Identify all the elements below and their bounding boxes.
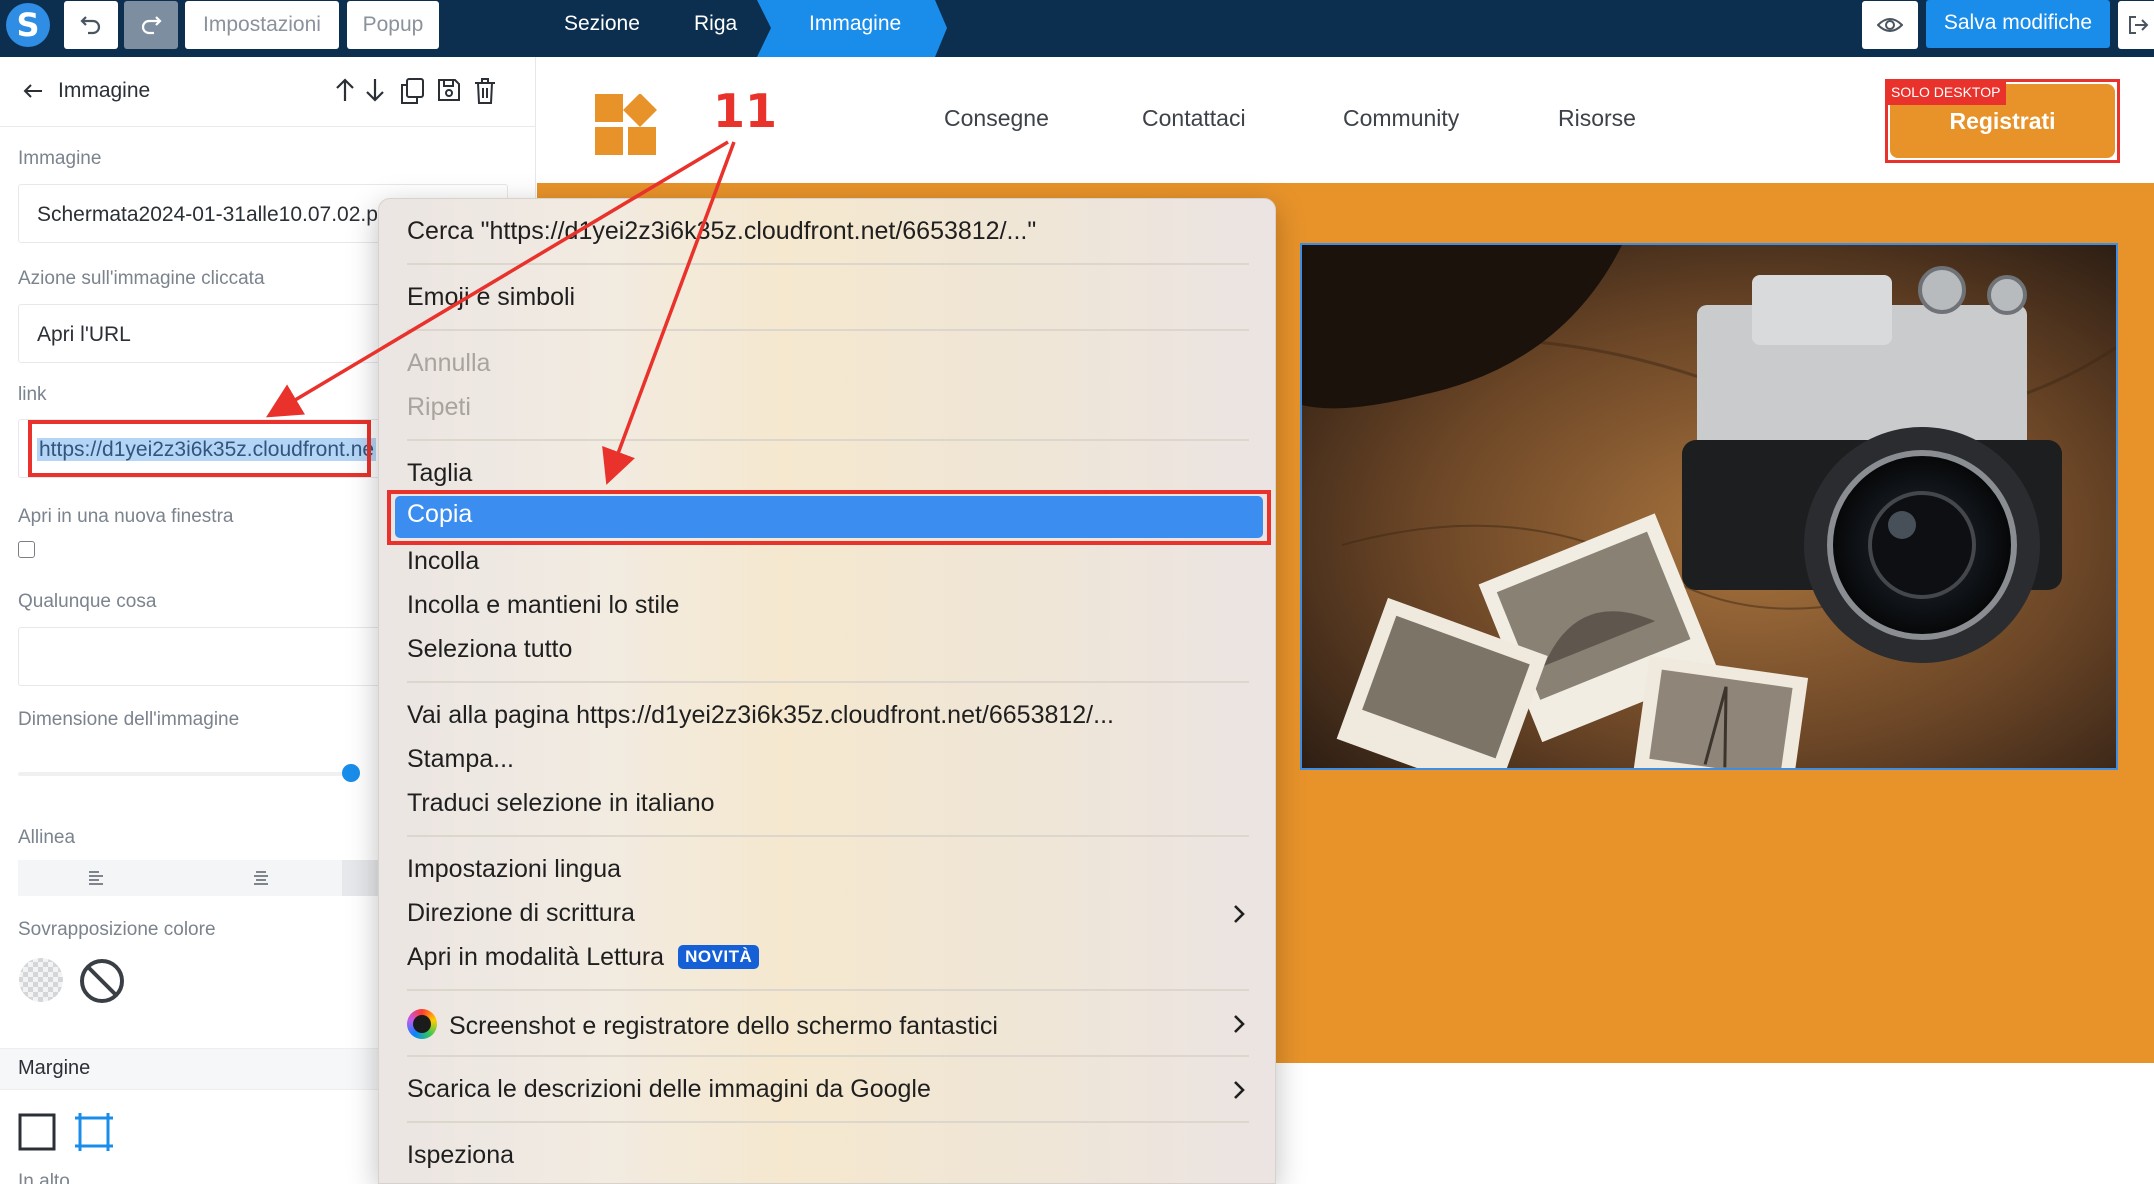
chevron-right-icon — [1234, 1015, 1245, 1033]
desktop-only-badge: SOLO DESKTOP — [1885, 79, 2007, 105]
duplicate-icon[interactable] — [398, 77, 426, 105]
margin-all-icon[interactable] — [18, 1113, 56, 1151]
image-size-slider-handle[interactable] — [342, 764, 360, 782]
exit-icon — [2129, 16, 2149, 34]
color-overlay-label: Sovrapposizione colore — [18, 919, 216, 940]
context-menu: Cerca "https://d1yei2z3i6k35z.cloudfront… — [378, 198, 1276, 1184]
menu-item-redo: Ripeti — [407, 393, 471, 421]
menu-item-reader-mode-label: Apri in modalità Lettura — [407, 943, 665, 971]
image-label: Immagine — [18, 148, 102, 169]
link-highlight-box — [28, 420, 371, 477]
menu-item-screenshot-extension[interactable]: Screenshot e registratore dello schermo … — [407, 1009, 998, 1041]
menu-item-translate[interactable]: Traduci selezione in italiano — [407, 789, 715, 818]
back-arrow-icon[interactable] — [22, 82, 44, 100]
breadcrumb-row[interactable]: Riga — [694, 0, 737, 48]
new-window-label: Apri in una nuova finestra — [18, 506, 234, 527]
menu-item-select-all[interactable]: Seleziona tutto — [407, 635, 572, 664]
app-logo: S — [6, 3, 50, 47]
breadcrumb-section[interactable]: Sezione — [564, 0, 640, 48]
link-label: link — [18, 384, 47, 405]
align-label: Allinea — [18, 827, 76, 848]
undo-icon — [80, 16, 101, 35]
nav-item-contact[interactable]: Contattaci — [1142, 105, 1246, 132]
menu-separator — [407, 1055, 1249, 1057]
screenshot-extension-icon — [407, 1009, 437, 1039]
menu-item-paste-style[interactable]: Incolla e mantieni lo stile — [407, 591, 679, 620]
trash-icon[interactable] — [473, 77, 497, 105]
eye-icon — [1877, 18, 1903, 32]
click-action-label: Azione sull'immagine cliccata — [18, 268, 265, 289]
popup-button[interactable]: Popup — [347, 1, 439, 49]
menu-item-goto[interactable]: Vai alla pagina https://d1yei2z3i6k35z.c… — [407, 701, 1114, 730]
menu-separator — [407, 263, 1249, 265]
menu-item-language-settings[interactable]: Impostazioni lingua — [407, 855, 621, 884]
align-left-icon — [89, 871, 103, 885]
move-up-icon[interactable] — [334, 77, 356, 103]
menu-item-cut[interactable]: Taglia — [407, 459, 472, 488]
menu-item-google-descriptions[interactable]: Scarica le descrizioni delle immagini da… — [407, 1075, 931, 1104]
step-number: 11 — [713, 84, 778, 138]
menu-item-writing-direction[interactable]: Direzione di scrittura — [407, 899, 635, 928]
align-center-button[interactable] — [236, 860, 286, 896]
anything-label: Qualunque cosa — [18, 591, 157, 612]
menu-item-print[interactable]: Stampa... — [407, 745, 514, 774]
margin-top-label: In alto — [18, 1171, 70, 1184]
panel-title: Immagine — [58, 79, 151, 102]
site-logo-icon — [595, 94, 657, 155]
menu-item-reader-mode[interactable]: Apri in modalità Lettura NOVITÀ — [407, 943, 760, 972]
align-left-button[interactable] — [72, 860, 122, 896]
undo-button[interactable] — [64, 1, 118, 49]
redo-button[interactable] — [124, 1, 178, 49]
exit-button[interactable] — [2118, 1, 2154, 49]
save-element-icon[interactable] — [436, 77, 462, 103]
chevron-right-icon — [1234, 905, 1245, 923]
top-toolbar: S Impostazioni Popup Sezione Riga Immagi… — [0, 0, 2154, 57]
menu-item-paste[interactable]: Incolla — [407, 547, 479, 576]
margin-individual-icon[interactable] — [74, 1111, 114, 1153]
camera-photo-image — [1302, 245, 2116, 768]
menu-item-undo: Annulla — [407, 349, 491, 377]
new-badge: NOVITÀ — [678, 945, 760, 969]
nav-item-community[interactable]: Community — [1343, 105, 1459, 132]
menu-item-emoji[interactable]: Emoji e simboli — [407, 283, 575, 312]
preview-button[interactable] — [1862, 1, 1918, 49]
margin-label: Margine — [18, 1057, 91, 1079]
nav-item-resources[interactable]: Risorse — [1558, 105, 1636, 132]
save-button[interactable]: Salva modifiche — [1926, 0, 2110, 48]
menu-item-inspect[interactable]: Ispeziona — [407, 1141, 514, 1170]
nav-item-deliveries[interactable]: Consegne — [944, 105, 1049, 132]
image-size-slider[interactable] — [18, 772, 350, 776]
image-size-label: Dimensione dell'immagine — [18, 709, 240, 730]
hero-image[interactable] — [1300, 243, 2118, 770]
menu-separator — [407, 835, 1249, 837]
no-color-icon[interactable] — [78, 957, 126, 1005]
move-down-icon[interactable] — [364, 77, 386, 103]
menu-separator — [407, 681, 1249, 683]
breadcrumb-image[interactable]: Immagine — [809, 0, 901, 48]
copy-highlight-box — [387, 490, 1271, 545]
align-center-icon — [254, 871, 268, 885]
menu-separator — [407, 989, 1249, 991]
redo-icon — [141, 16, 162, 35]
transparent-swatch-icon[interactable] — [18, 957, 64, 1003]
menu-item-screenshot-label: Screenshot e registratore dello schermo … — [449, 1012, 998, 1040]
menu-separator — [407, 329, 1249, 331]
chevron-right-icon — [1234, 1081, 1245, 1099]
menu-item-search[interactable]: Cerca "https://d1yei2z3i6k35z.cloudfront… — [407, 217, 1036, 246]
panel-header: Immagine — [0, 57, 536, 127]
new-window-checkbox[interactable] — [18, 541, 35, 558]
menu-separator — [407, 1121, 1249, 1123]
menu-separator — [407, 439, 1249, 441]
settings-button[interactable]: Impostazioni — [185, 1, 339, 49]
